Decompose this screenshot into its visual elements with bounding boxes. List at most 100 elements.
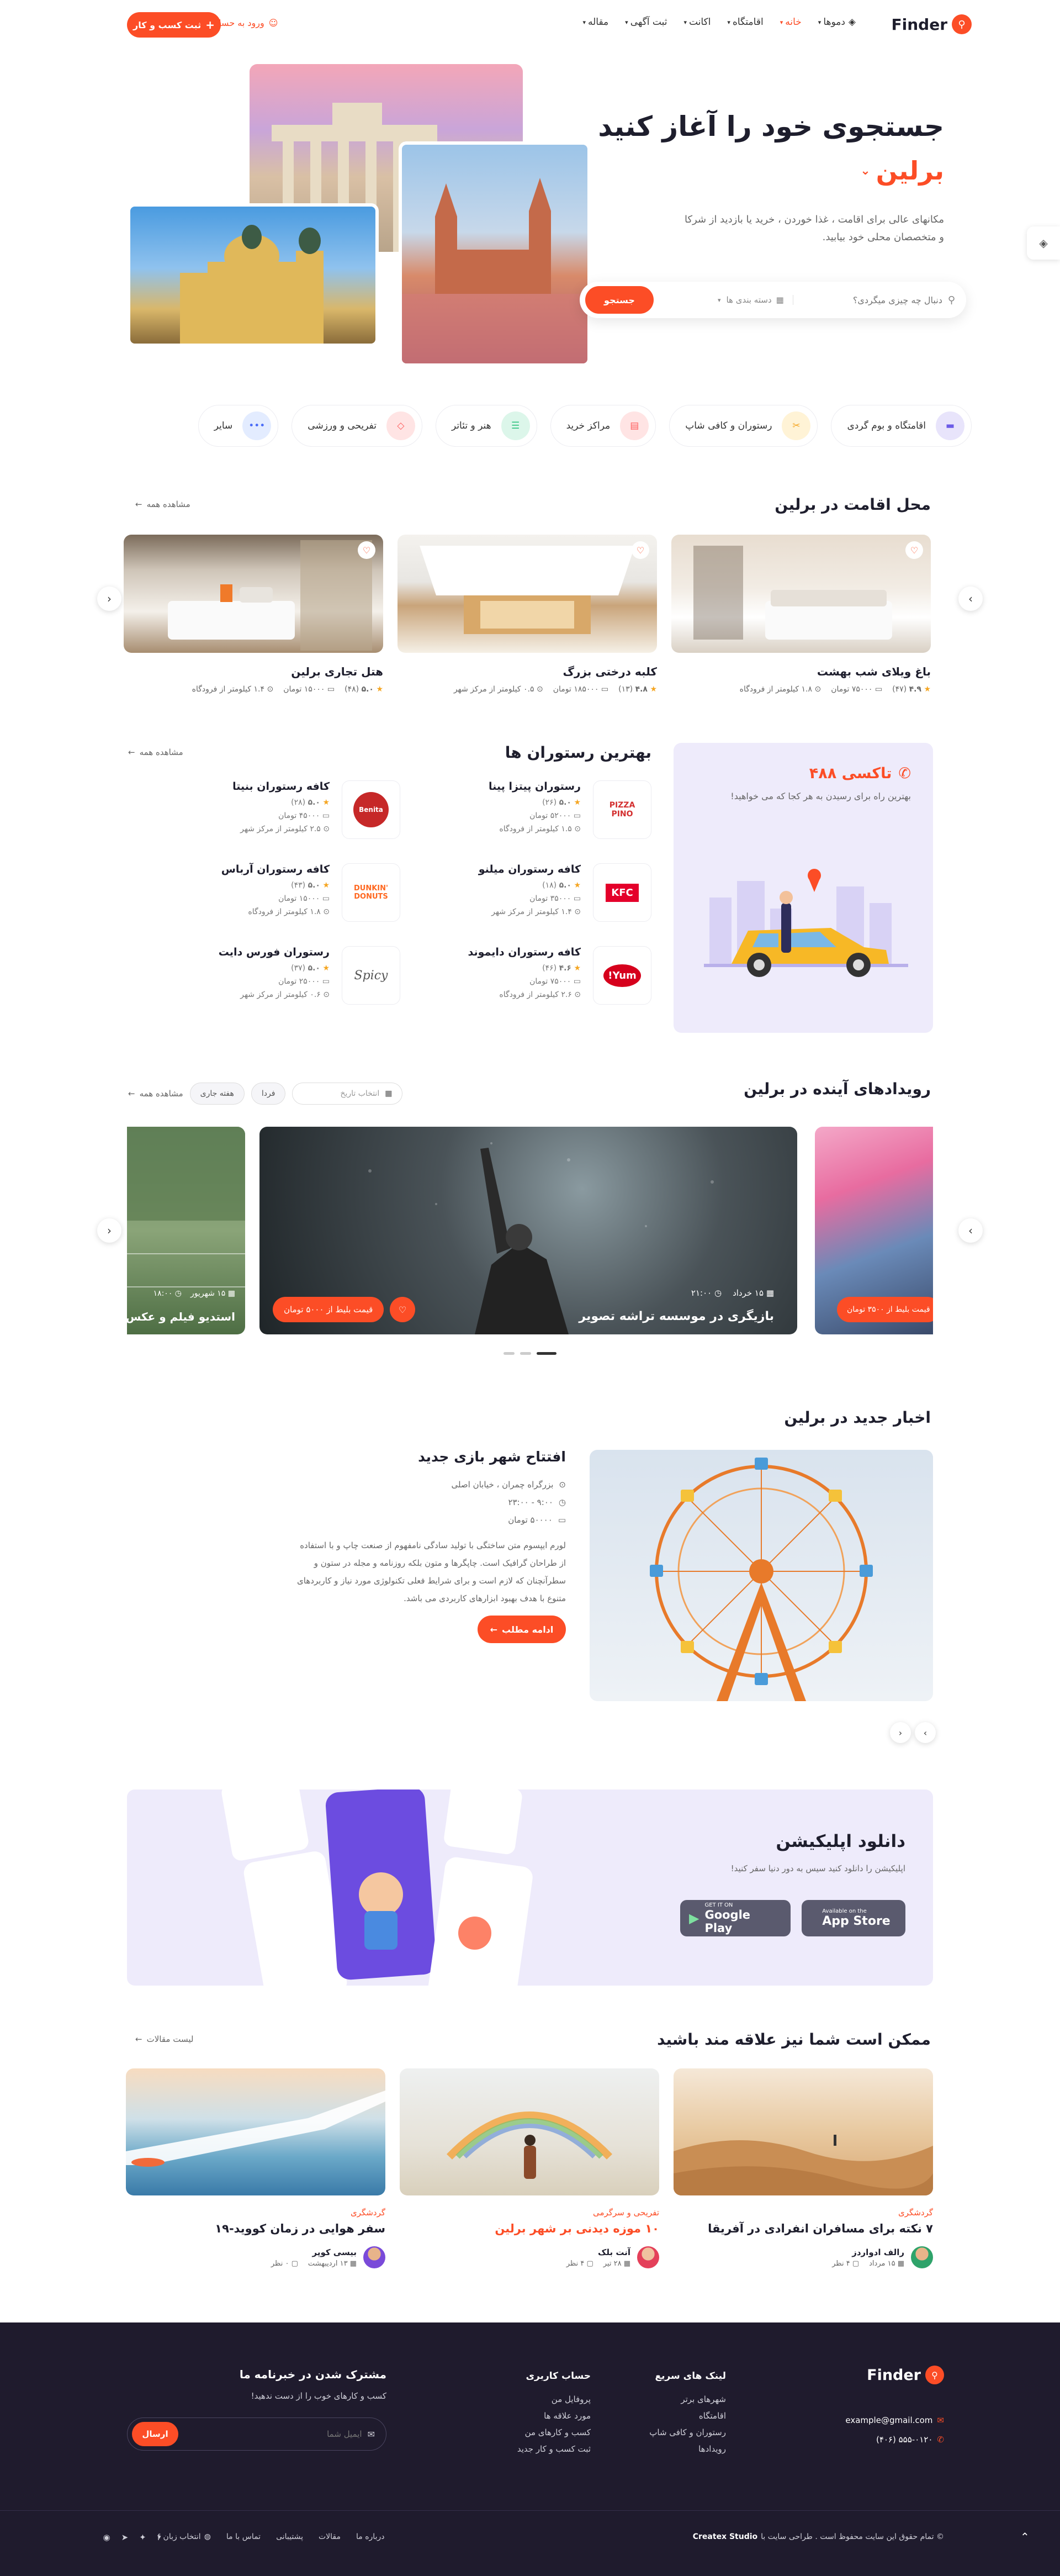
- star-icon: ★: [322, 964, 330, 973]
- blog-card[interactable]: گردشگری ۷ نکته برای مسافران انفرادی در آ…: [674, 2068, 933, 2268]
- stay-next-arrow[interactable]: ›: [958, 587, 983, 611]
- blog-title[interactable]: سفر هوایی در زمان کووید-۱۹: [126, 2222, 385, 2235]
- nav-account[interactable]: اکانت ▾: [683, 17, 711, 28]
- footer-link[interactable]: کسب و کارهای من: [517, 2424, 591, 2441]
- footer-phone[interactable]: ✆ ۵۵۵-۰۱۲۰ (۴۰۶): [876, 2435, 944, 2445]
- blog-category[interactable]: تفریحی و سرگرمی: [400, 2208, 659, 2218]
- nav-demos[interactable]: ◈ دموها ▾: [818, 17, 856, 28]
- stay-view-all-link[interactable]: مشاهده همه ←: [135, 499, 190, 509]
- event-ticket-button[interactable]: قیمت بلیط از ۵۰۰۰ تومان: [273, 1297, 384, 1322]
- register-business-button[interactable]: + ثبت کسب و کار: [127, 12, 221, 38]
- news-next-arrow[interactable]: ›: [915, 1722, 936, 1743]
- event-card-left[interactable]: ▦ ۱۵ شهریور ◷ ۱۸:۰۰ استدیو فیلم و عکس: [127, 1127, 245, 1334]
- blog-list-link[interactable]: لیست مقالات ←: [135, 2034, 193, 2044]
- footer-email[interactable]: ✉ example@gmail.com: [845, 2415, 944, 2425]
- restaurants-view-all-link[interactable]: مشاهده همه ←: [128, 747, 183, 757]
- taxi-promo-card[interactable]: ✆ تاکسی ۴۸۸ بهترین راه برای رسیدن به هر …: [674, 743, 933, 1033]
- pagination-dot[interactable]: [504, 1352, 515, 1355]
- footer-link[interactable]: ثبت کسب و کار جدید: [517, 2441, 591, 2457]
- blog-category[interactable]: گردشگری: [674, 2208, 933, 2218]
- blog-title[interactable]: ۱۰ موزه دیدنی بر شهر برلین: [400, 2222, 659, 2235]
- blog-card[interactable]: گردشگری سفر هوایی در زمان کووید-۱۹ بیسی …: [126, 2068, 385, 2268]
- blog-title[interactable]: ۷ نکته برای مسافران انفرادی در آفریقا: [674, 2222, 933, 2235]
- restaurant-card[interactable]: Yum! کافه رستوران دایموند ★ ۴.۶ (۴۶) ▭ ۷…: [447, 946, 651, 1012]
- category-food[interactable]: ✂ رستوران و کافی شاپ: [669, 405, 818, 447]
- event-favorite-button[interactable]: ♡: [390, 1297, 415, 1322]
- footer-link[interactable]: پروفایل من: [517, 2391, 591, 2408]
- category-entertainment[interactable]: ◇ تفریحی و ورزشی: [292, 405, 422, 447]
- date-picker[interactable]: ▦ انتخاب تاریخ: [292, 1083, 403, 1105]
- copyright-brand[interactable]: Createx Studio: [693, 2532, 757, 2541]
- stay-prev-arrow[interactable]: ‹: [97, 587, 121, 611]
- stay-card[interactable]: ♡ کلبه درختی بزرگ ★ ۴.۸ (۱۳) ▭ ۱۸۵۰۰۰ تو…: [398, 535, 657, 694]
- utensils-icon: ✂: [792, 420, 801, 431]
- stay-image: ♡: [124, 535, 383, 653]
- newsletter-email-input[interactable]: [178, 2429, 362, 2439]
- news-read-more-button[interactable]: ادامه مطلب ←: [478, 1616, 566, 1643]
- distance-value: ۱.۴ کیلومتر از فرودگاه: [192, 685, 265, 694]
- footer-link[interactable]: مورد علاقه ها: [517, 2408, 591, 2424]
- settings-float-button[interactable]: ◈: [1027, 226, 1060, 260]
- footer-bottom-link[interactable]: درباره ما: [356, 2532, 384, 2541]
- category-icon-bg: ☰: [501, 411, 530, 440]
- footer-link[interactable]: شهرهای برتر: [649, 2391, 726, 2408]
- filter-this-week[interactable]: هفته جاری: [189, 1083, 245, 1105]
- pagination-dot[interactable]: [537, 1352, 556, 1355]
- restaurant-location: ⊙ ۰.۶ کیلومتر از مرکز شهر: [219, 990, 330, 999]
- category-select[interactable]: ▦ دسته بندی ها ▾: [683, 295, 793, 305]
- news-prev-arrow[interactable]: ‹: [890, 1722, 911, 1743]
- pagination-dot[interactable]: [520, 1352, 531, 1355]
- heart-icon[interactable]: ♡: [905, 541, 923, 559]
- category-arts[interactable]: ☰ هنر و تئاتر: [435, 405, 537, 447]
- footer-link[interactable]: رویدادها: [649, 2441, 726, 2457]
- back-to-top-button[interactable]: ⌃: [1020, 2530, 1030, 2543]
- stay-meta: ★ ۴.۸ (۱۳) ▭ ۱۸۵۰۰۰ تومان ⊙ ۰.۵ کیلومتر …: [398, 685, 657, 694]
- nav-stays[interactable]: اقامتگاه ▾: [727, 17, 763, 28]
- nav-home[interactable]: خانه ▾: [780, 17, 802, 28]
- search-input[interactable]: [793, 294, 942, 305]
- heart-icon[interactable]: ♡: [632, 541, 649, 559]
- event-card-main[interactable]: ▦ ۱۵ خرداد ◷ ۲۱:۰۰ بازیگری در موسسه تراش…: [259, 1127, 797, 1334]
- city-selector[interactable]: برلین ⌄: [860, 156, 944, 186]
- telegram-icon[interactable]: ➤: [121, 2532, 129, 2542]
- filter-tomorrow[interactable]: فردا: [251, 1083, 286, 1105]
- footer-bottom-link[interactable]: پشتیبانی: [276, 2532, 303, 2541]
- facebook-icon[interactable]: f: [157, 2532, 160, 2542]
- restaurant-card[interactable]: PIZZA PINO رستوران پیتزا پینا ★ ۵.۰ (۲۶)…: [447, 780, 651, 847]
- google-play-button[interactable]: ▶ GET IT ON Google Play: [680, 1900, 791, 1936]
- restaurant-card[interactable]: DUNKIN' DONUTS کافه رستوران آرباس ★ ۵.۰ …: [196, 863, 400, 930]
- events-view-all-link[interactable]: مشاهده همه ←: [128, 1089, 183, 1099]
- author-avatar: [637, 2246, 659, 2268]
- category-shopping[interactable]: ▤ مراکز خرید: [550, 405, 656, 447]
- nav-add-listing[interactable]: ثبت آگهی ▾: [625, 17, 667, 28]
- twitter-icon[interactable]: ✦: [139, 2532, 146, 2542]
- restaurant-logo: Benita: [342, 780, 400, 839]
- site-logo[interactable]: ⚲ Finder: [892, 13, 972, 35]
- restaurant-card[interactable]: Benita کافه رستوران بنیتا ★ ۵.۰ (۲۸) ▭ ۴…: [196, 780, 400, 847]
- newsletter-submit-button[interactable]: ارسال: [132, 2422, 178, 2446]
- footer-link[interactable]: رستوران و کافی شاپ: [649, 2424, 726, 2441]
- blog-card[interactable]: تفریحی و سرگرمی ۱۰ موزه دیدنی بر شهر برل…: [400, 2068, 659, 2268]
- heart-icon[interactable]: ♡: [358, 541, 375, 559]
- event-right-ticket-button[interactable]: قیمت بلیط از ۳۵۰۰ تومان: [837, 1297, 933, 1322]
- category-other[interactable]: ••• سایر: [198, 405, 279, 447]
- event-left-meta: ▦ ۱۵ شهریور ◷ ۱۸:۰۰: [153, 1289, 235, 1298]
- blog-category[interactable]: گردشگری: [126, 2208, 385, 2218]
- footer-logo[interactable]: ⚲ Finder: [867, 2366, 944, 2384]
- nav-articles[interactable]: مقاله ▾: [582, 17, 608, 28]
- stay-card[interactable]: ♡ هتل تجاری برلین ★ ۵.۰ (۴۸) ▭ ۱۵۰۰۰ توم…: [124, 535, 383, 694]
- stay-card[interactable]: ♡ باغ ویلای شب بهشت ★ ۴.۹ (۴۷) ▭ ۷۵۰۰۰ ت…: [671, 535, 931, 694]
- search-button[interactable]: جستجو: [585, 286, 654, 314]
- events-next-arrow[interactable]: ›: [958, 1218, 983, 1243]
- restaurant-card[interactable]: KFC کافه رستوران میلنو ★ ۵.۰ (۱۸) ▭ ۳۵۰۰…: [447, 863, 651, 930]
- events-prev-arrow[interactable]: ‹: [97, 1218, 121, 1243]
- footer-bottom-link[interactable]: تماس با ما: [226, 2532, 261, 2541]
- messenger-icon[interactable]: ◉: [103, 2532, 110, 2542]
- footer-link[interactable]: اقامتگاه: [649, 2408, 726, 2424]
- language-selector[interactable]: ◍ انتخاب زبان ▾: [158, 2532, 211, 2541]
- category-stays[interactable]: ▬ اقامتگاه و بوم گردی: [831, 405, 972, 447]
- footer-bottom-link[interactable]: مقالات: [319, 2532, 341, 2541]
- event-card-right[interactable]: قیمت بلیط از ۳۵۰۰ تومان: [815, 1127, 933, 1334]
- app-store-button[interactable]: Available on the App Store: [802, 1900, 905, 1936]
- restaurant-card[interactable]: Spicy رستوران فورس دایت ★ ۵.۰ (۳۷) ▭ ۲۵۰…: [196, 946, 400, 1012]
